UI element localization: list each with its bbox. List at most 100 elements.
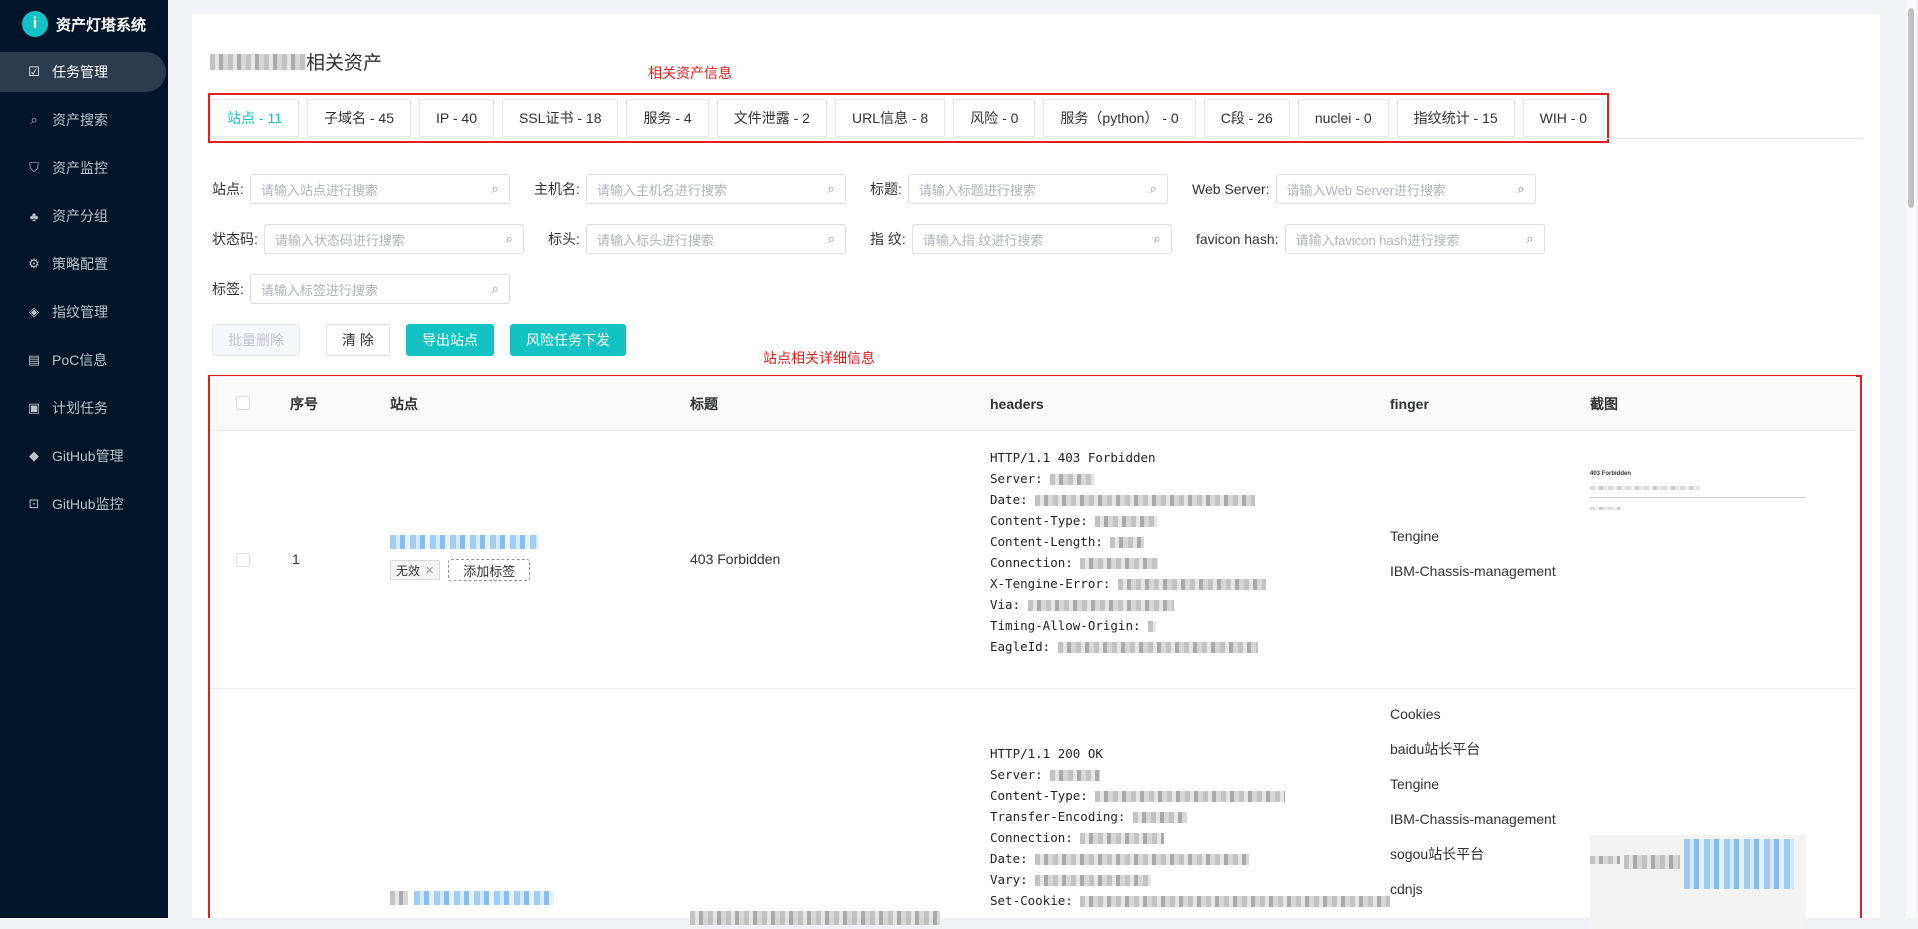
clear-button[interactable]: 清 除 [326, 324, 390, 356]
header-search-input[interactable]: 请输入标头进行搜索 ⌕ [585, 224, 846, 254]
webserver-search-input[interactable]: 请输入Web Server进行搜索 ⌕ [1275, 174, 1536, 204]
favicon-hash-search-input[interactable]: 请输入favicon hash进行搜索 ⌕ [1284, 224, 1545, 254]
row-screenshot[interactable]: 403 Forbidden [1590, 471, 1806, 510]
row-checkbox[interactable] [236, 553, 250, 567]
site-link[interactable] [414, 891, 554, 905]
filter-finger: 指 纹: 请输入指 纹进行搜索 ⌕ [870, 224, 1172, 254]
sidebar-item-label: 计划任务 [52, 400, 108, 416]
add-tag-button[interactable]: 添加标签 [448, 559, 531, 581]
tab-nuclei[interactable]: nuclei - 0 [1297, 99, 1389, 137]
finger-search-input[interactable]: 请输入指 纹进行搜索 ⌕ [911, 224, 1172, 254]
filter-header: 标头: 请输入标头进行搜索 ⌕ [548, 224, 846, 254]
filter-site: 站点: 请输入站点进行搜索 ⌕ [212, 174, 510, 204]
brand[interactable]: i 资产灯塔系统 [0, 0, 168, 48]
header-line: Date: [990, 489, 1266, 510]
tab-site[interactable]: 站点 - 11 [210, 99, 299, 137]
filter-finger-label: 指 纹: [870, 231, 906, 247]
tab-url-info[interactable]: URL信息 - 8 [834, 99, 946, 137]
sidebar-item-label: 资产监控 [52, 160, 108, 176]
tab-ssl-cert[interactable]: SSL证书 - 18 [502, 99, 619, 137]
search-icon: ⌕ [491, 281, 499, 296]
col-site: 站点 [390, 395, 418, 412]
filter-site-label: 站点: [212, 181, 244, 197]
redacted-value [1095, 516, 1158, 527]
placeholder: 请输入Web Server进行搜索 [1286, 182, 1446, 198]
tag-label: 无效 [396, 563, 421, 578]
tab-finger-stats[interactable]: 指纹统计 - 15 [1396, 99, 1515, 137]
batch-delete-button[interactable]: 批量删除 [212, 324, 300, 356]
sidebar-item-fingerprint[interactable]: ◈ 指纹管理 [0, 292, 168, 332]
redacted-value [1117, 579, 1266, 590]
site-search-input[interactable]: 请输入站点进行搜索 ⌕ [249, 174, 510, 204]
filter-hostname: 主机名: 请输入主机名进行搜索 ⌕ [534, 174, 846, 204]
export-sites-button[interactable]: 导出站点 [406, 324, 494, 356]
sidebar-item-asset-monitor[interactable]: ⛉ 资产监控 [0, 148, 168, 188]
sidebar-item-asset-group[interactable]: ♣ 资产分组 [0, 196, 168, 236]
status-tag: 无效 ✕ [390, 560, 441, 580]
header-text: Content-Length: [990, 534, 1103, 549]
tab-service[interactable]: 服务 - 4 [626, 99, 709, 137]
sidebar-item-label: PoC信息 [52, 352, 108, 368]
redacted-value [1050, 474, 1095, 485]
search-icon: ⌕ [827, 181, 835, 196]
header-line: Timing-Allow-Origin: [990, 615, 1266, 636]
sidebar-item-policy-config[interactable]: ⚙ 策略配置 [0, 244, 168, 284]
tab-service-python[interactable]: 服务（python） - 0 [1043, 99, 1196, 137]
placeholder: 请输入指 纹进行搜索 [922, 232, 1044, 248]
close-icon[interactable]: ✕ [425, 564, 434, 577]
risk-task-button[interactable]: 风险任务下发 [510, 324, 626, 356]
redacted-value [1057, 642, 1258, 653]
terminal-icon: ▣ [27, 400, 41, 415]
col-title: 标题 [690, 395, 718, 412]
tab-wih[interactable]: WIH - 0 [1522, 99, 1605, 137]
sidebar-item-poc[interactable]: ▤ PoC信息 [0, 340, 168, 380]
tag-search-input[interactable]: 请输入标签进行搜索 ⌕ [249, 274, 510, 304]
sidebar-item-label: GitHub管理 [52, 448, 124, 464]
header-line: Content-Type: [990, 510, 1266, 531]
tab-file-leak[interactable]: 文件泄露 - 2 [716, 99, 827, 137]
redacted-value [1050, 770, 1101, 781]
redacted-value [1110, 537, 1145, 548]
placeholder: 请输入站点进行搜索 [260, 182, 378, 198]
sidebar-item-asset-search[interactable]: ⌕ 资产搜索 [0, 100, 168, 140]
redacted-value [1080, 896, 1391, 907]
tab-risk[interactable]: 风险 - 0 [953, 99, 1036, 137]
status-code-search-input[interactable]: 请输入状态码进行搜索 ⌕ [263, 224, 524, 254]
row-screenshot[interactable] [1590, 835, 1806, 929]
sidebar-item-task-management[interactable]: ☑ 任务管理 [0, 52, 166, 92]
placeholder: 请输入favicon hash进行搜索 [1295, 232, 1460, 248]
title-search-input[interactable]: 请输入标题进行搜索 ⌕ [907, 174, 1168, 204]
tab-subdomain[interactable]: 子域名 - 45 [306, 99, 411, 137]
header-line: Date: [990, 848, 1390, 869]
filter-tag-label: 标签: [212, 281, 244, 297]
sidebar-item-github-monitor[interactable]: ⊡ GitHub监控 [0, 484, 168, 524]
screenshot-rule [1590, 497, 1806, 498]
row-headers: HTTP/1.1 200 OK Server: Content-Type: Tr… [990, 743, 1391, 911]
header-text: Transfer-Encoding: [990, 809, 1126, 824]
tab-ip[interactable]: IP - 40 [419, 99, 494, 137]
scrollbar-thumb[interactable] [1908, 8, 1914, 208]
site-link[interactable] [390, 535, 538, 549]
sidebar-item-label: 资产分组 [52, 208, 108, 224]
annotation-table-note: 站点相关详细信息 [763, 350, 875, 366]
header-line: Server: [990, 764, 1390, 785]
page-scrollbar[interactable] [1906, 0, 1916, 918]
lighthouse-logo-icon: i [22, 11, 48, 37]
finger-item: Cookies [1390, 706, 1441, 722]
sidebar-item-github-manage[interactable]: ◆ GitHub管理 [0, 436, 168, 476]
screenshot-footer [1590, 506, 1620, 510]
app-title: 资产灯塔系统 [56, 16, 147, 34]
tree-icon: ♣ [29, 208, 39, 224]
col-headers: headers [990, 395, 1044, 412]
tab-c-segment[interactable]: C段 - 26 [1203, 99, 1290, 137]
filter-title-label: 标题: [870, 181, 902, 197]
hostname-search-input[interactable]: 请输入主机名进行搜索 ⌕ [585, 174, 846, 204]
header-text: Server: [990, 767, 1043, 782]
filter-webserver: Web Server: 请输入Web Server进行搜索 ⌕ [1192, 174, 1536, 204]
header-line: HTTP/1.1 200 OK [990, 743, 1390, 764]
screenshot-text [1590, 486, 1700, 491]
placeholder: 请输入标头进行搜索 [596, 232, 714, 248]
row-title-redacted [690, 911, 940, 925]
sidebar-item-scheduled-task[interactable]: ▣ 计划任务 [0, 388, 168, 428]
select-all-checkbox[interactable] [236, 396, 250, 410]
